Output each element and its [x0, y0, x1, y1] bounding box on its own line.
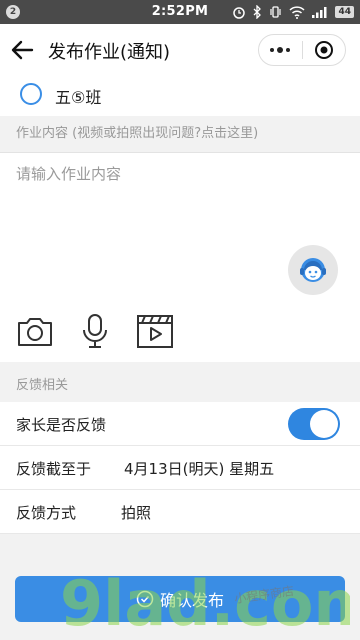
bluetooth-icon	[254, 5, 262, 19]
status-icons: 44	[232, 4, 354, 20]
feedback-method-row[interactable]: 反馈方式 拍照	[0, 490, 360, 534]
mini-program-capsule	[258, 34, 346, 66]
confirm-publish-button[interactable]: 确认发布	[15, 576, 345, 622]
more-dot-icon	[286, 48, 291, 52]
check-circle-icon	[136, 590, 154, 608]
more-options-button[interactable]	[259, 35, 302, 65]
class-option-label: 五⑤班	[55, 88, 102, 107]
homework-section-label: 作业内容 (视频或拍照出现问题?点击这里)	[0, 118, 360, 150]
feedback-method-label: 反馈方式	[16, 504, 77, 522]
feedback-section-label: 反馈相关	[0, 370, 360, 402]
status-bar: 2 2:52PM 44	[0, 0, 360, 24]
parent-feedback-label: 家长是否反馈	[16, 416, 107, 434]
wifi-icon	[289, 5, 305, 19]
close-mini-program-button[interactable]	[302, 35, 345, 65]
vibrate-icon	[270, 6, 282, 18]
homework-content-area: 请输入作业内容	[0, 152, 360, 362]
page-title: 发布作业(通知)	[48, 42, 171, 63]
parent-feedback-toggle[interactable]	[288, 408, 340, 440]
more-dot-icon	[277, 47, 284, 53]
feedback-deadline-value[interactable]: 4月13日(明天) 星期五	[124, 458, 274, 479]
feedback-deadline-label: 反馈截至于	[16, 460, 92, 478]
alarm-icon	[233, 7, 246, 19]
homework-label-text: 作业内容	[16, 126, 73, 141]
toggle-knob	[310, 410, 338, 438]
media-help-link[interactable]: (视频或拍照出现问题?点击这里)	[72, 126, 258, 141]
feedback-method-value[interactable]: 拍照	[121, 502, 151, 523]
customer-service-icon	[300, 258, 326, 282]
more-dot-icon	[270, 48, 275, 52]
microphone-icon[interactable]	[75, 311, 115, 351]
confirm-publish-label: 确认发布	[159, 591, 224, 610]
parent-feedback-row: 家长是否反馈	[0, 402, 360, 446]
video-clapper-icon[interactable]	[135, 311, 175, 351]
feedback-deadline-row[interactable]: 反馈截至于 4月13日(明天) 星期五	[0, 446, 360, 490]
homework-content-input[interactable]: 请输入作业内容	[16, 163, 121, 184]
camera-icon[interactable]	[15, 311, 55, 351]
class-option-row[interactable]: 五⑤班	[0, 76, 360, 116]
customer-service-button[interactable]	[288, 245, 338, 295]
target-close-icon	[314, 41, 333, 59]
signal-icon	[312, 7, 327, 18]
battery-indicator: 44	[335, 6, 354, 18]
nav-bar: 发布作业(通知)	[0, 24, 360, 76]
back-arrow-icon[interactable]	[8, 37, 36, 63]
class-radio-button[interactable]	[20, 83, 42, 105]
